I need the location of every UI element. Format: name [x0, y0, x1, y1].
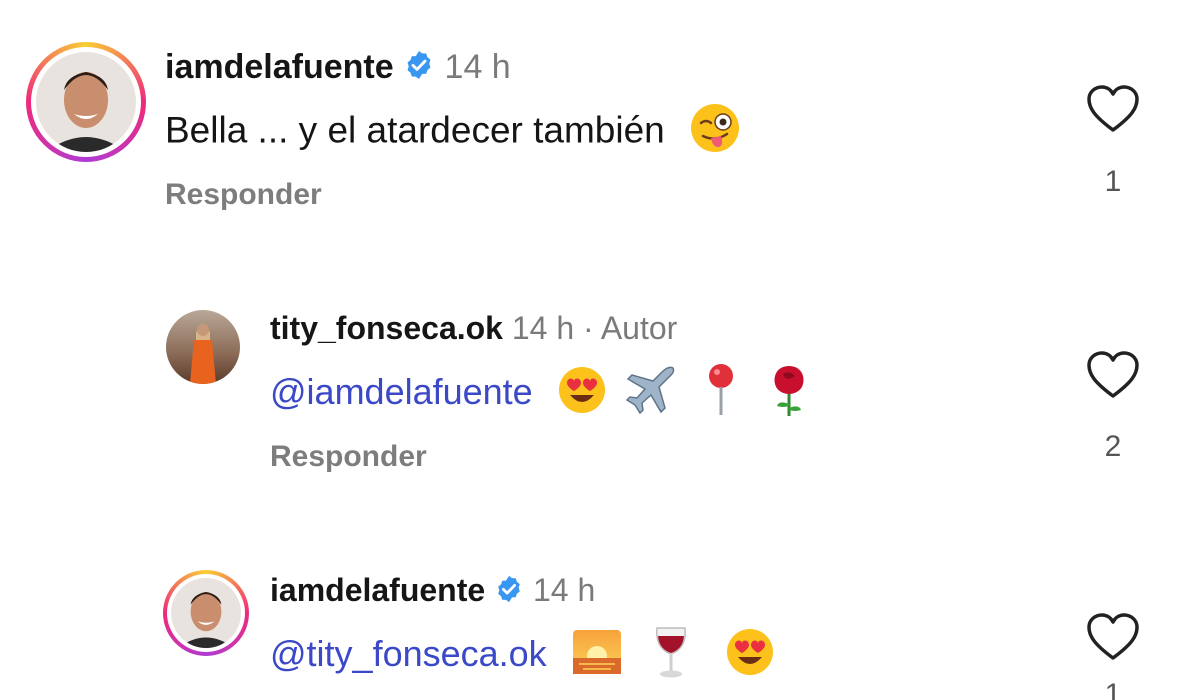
airplane-icon	[623, 362, 679, 427]
timestamp: 14 h	[444, 48, 511, 86]
verified-badge-icon	[403, 49, 435, 90]
avatar	[171, 578, 241, 648]
like-heart-icon[interactable]	[1086, 612, 1140, 667]
reply-item: tity_fonseca.ok 14 h · Autor @iamdelafue…	[0, 250, 1200, 500]
avatar-story-ring[interactable]	[26, 42, 146, 162]
avatar[interactable]	[166, 310, 240, 384]
username[interactable]: tity_fonseca.ok	[270, 310, 503, 346]
username[interactable]: iamdelafuente	[165, 48, 394, 86]
heart-eyes-icon	[725, 627, 775, 686]
like-count: 2	[1104, 430, 1122, 463]
username[interactable]: iamdelafuente	[270, 572, 485, 608]
comments-thread: iamdelafuente 14 h Bella ... y el atarde…	[0, 0, 1200, 700]
comment-item: iamdelafuente 14 h Bella ... y el atarde…	[0, 0, 1200, 250]
verified-badge-icon	[494, 574, 524, 612]
comment-text-row: Bella ... y el atardecer también	[165, 102, 741, 163]
reply-button[interactable]: Responder	[270, 440, 427, 474]
mention-link[interactable]: @tity_fonseca.ok	[270, 633, 547, 674]
mention-link[interactable]: @iamdelafuente	[270, 371, 533, 412]
like-count: 1	[1104, 165, 1122, 198]
wine-glass-icon	[651, 624, 691, 689]
comment-text-row: @iamdelafuente	[270, 362, 811, 427]
like-heart-icon[interactable]	[1086, 84, 1140, 139]
rose-icon	[767, 362, 811, 427]
reply-item: iamdelafuente 14 h @tity_fonseca.ok 1	[0, 500, 1200, 700]
avatar	[36, 52, 136, 152]
like-heart-icon[interactable]	[1086, 350, 1140, 405]
timestamp: 14 h	[532, 572, 596, 608]
comment-text: Bella ... y el atardecer también	[165, 109, 665, 151]
sunrise-icon	[571, 626, 623, 687]
heart-eyes-icon	[557, 365, 607, 424]
winking-face-with-tongue-icon	[689, 102, 741, 163]
like-count: 1	[1104, 678, 1122, 700]
comment-text-row: @tity_fonseca.ok	[270, 624, 775, 689]
round-pushpin-icon	[703, 362, 739, 427]
author-badge: · Autor	[583, 310, 678, 346]
timestamp: 14 h	[511, 310, 575, 346]
reply-button[interactable]: Responder	[165, 178, 322, 212]
avatar-story-ring[interactable]	[163, 570, 249, 656]
